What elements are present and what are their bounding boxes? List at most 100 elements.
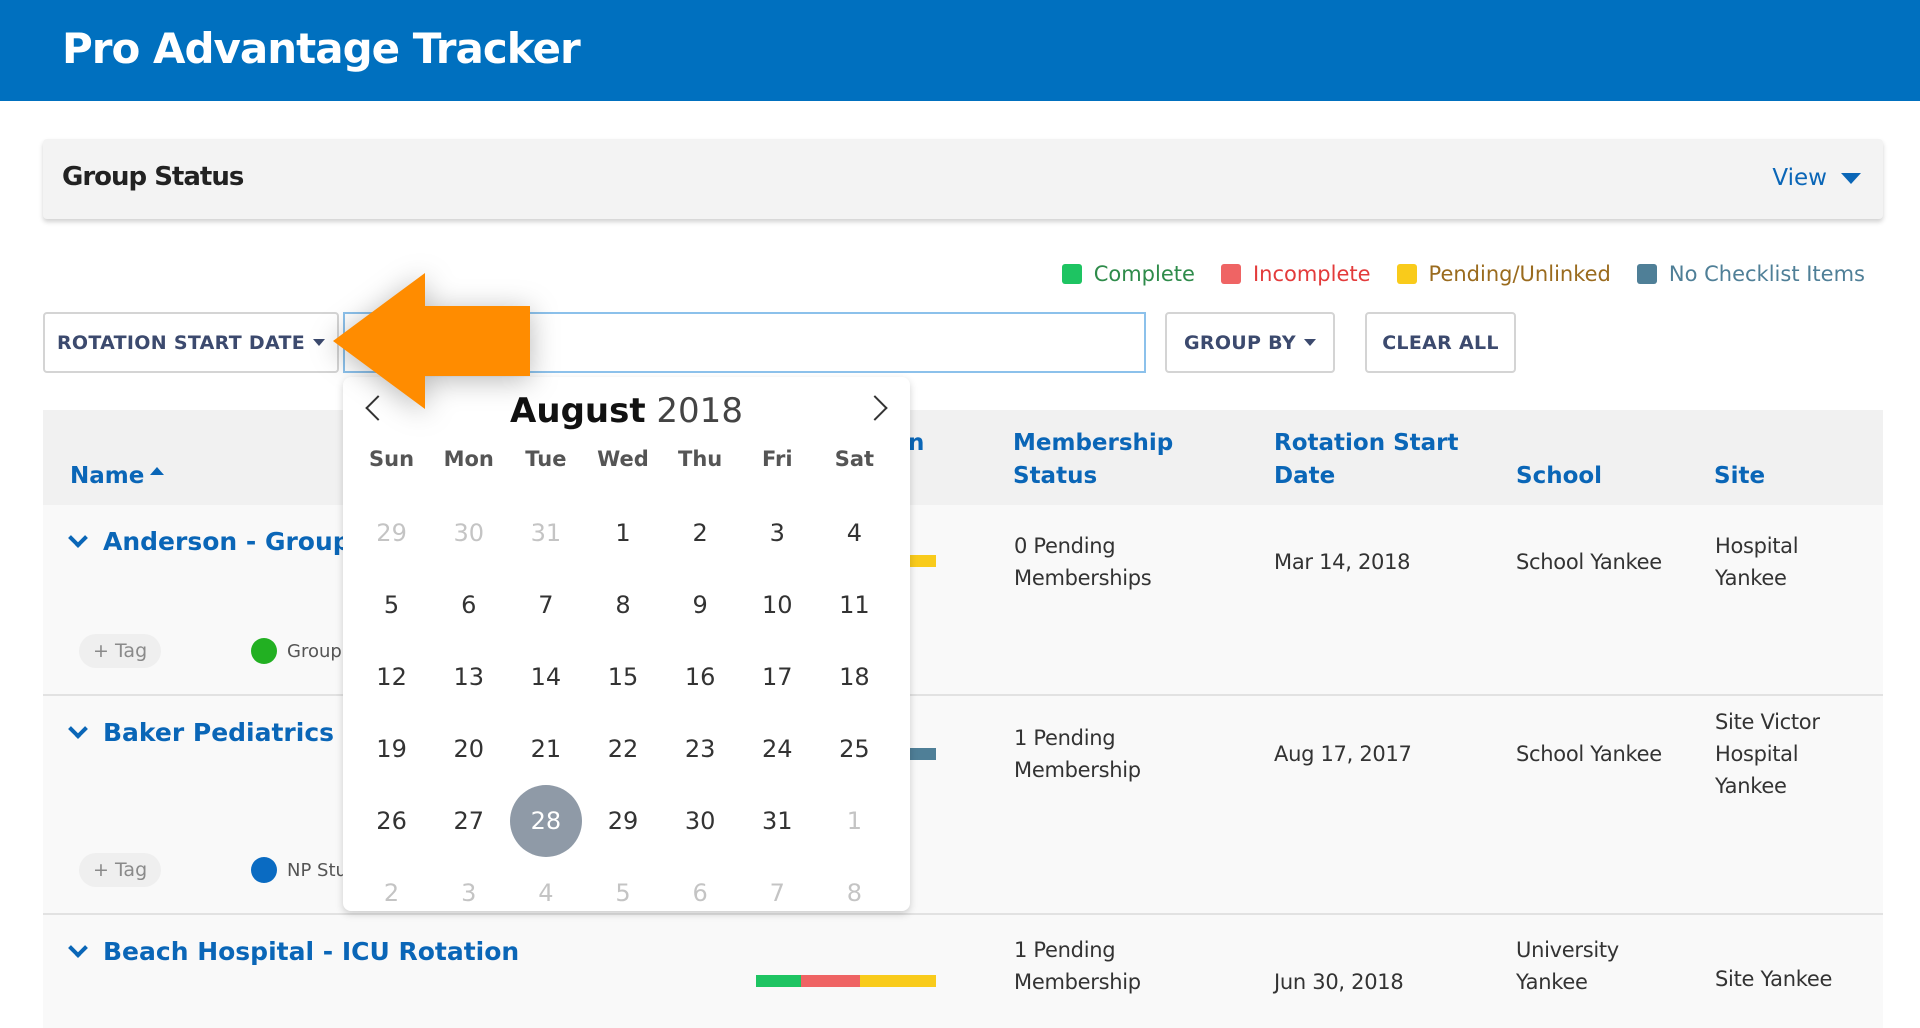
day-number: 14 [530,663,562,691]
calendar-day[interactable]: 3 [430,857,507,929]
day-number: 27 [453,807,484,835]
calendar-day[interactable]: 21 [507,713,584,785]
calendar-day[interactable]: 30 [430,497,507,569]
day-number: 9 [692,591,708,619]
column-header-name[interactable]: Name [70,460,165,493]
chevron-down-icon[interactable] [68,527,88,548]
group-tag-label: NP Stu [287,859,347,881]
calendar-day[interactable]: 30 [662,785,739,857]
column-header-school[interactable]: School [1516,460,1602,493]
progress-segment [860,975,936,987]
group-name: Anderson - Group [103,527,351,556]
calendar-day[interactable]: 22 [584,713,661,785]
column-header-partial[interactable]: n [908,427,924,460]
calendar-day[interactable]: 31 [739,785,816,857]
calendar-day[interactable]: 6 [430,569,507,641]
day-number: 25 [839,735,870,763]
column-header-name-label: Name [70,463,145,489]
clear-all-label: CLEAR ALL [1382,331,1499,354]
rotation-date-cell: Aug 17, 2017 [1274,742,1412,766]
calendar-day[interactable]: 26 [353,785,430,857]
chevron-down-icon [1841,172,1861,184]
calendar-day[interactable]: 10 [739,569,816,641]
calendar-day-selected[interactable]: 28 [507,785,584,857]
day-number: 2 [383,879,400,907]
group-name-link[interactable]: Beach Hospital - ICU Rotation [68,937,520,966]
calendar-day[interactable]: 5 [353,569,430,641]
calendar-day[interactable]: 3 [739,497,816,569]
calendar-day[interactable]: 12 [353,641,430,713]
calendar-day[interactable]: 15 [584,641,661,713]
calendar-day[interactable]: 2 [353,857,430,929]
calendar-day[interactable]: 2 [662,497,739,569]
calendar-day[interactable]: 29 [353,497,430,569]
calendar-day[interactable]: 13 [430,641,507,713]
calendar-day[interactable]: 31 [507,497,584,569]
calendar-day[interactable]: 5 [584,857,661,929]
group-tag: Group [251,638,342,664]
school-cell: University Yankee [1516,934,1619,998]
group-by-button[interactable]: GROUP BY [1165,312,1335,373]
clear-all-button[interactable]: CLEAR ALL [1365,312,1516,373]
calendar-day[interactable]: 7 [507,569,584,641]
column-header-site[interactable]: Site [1714,460,1765,493]
table-row: Anderson - Group 0 Pending Memberships M… [43,505,1883,696]
calendar-day[interactable]: 8 [584,569,661,641]
day-number: 5 [383,591,400,619]
calendar-day[interactable]: 29 [584,785,661,857]
day-number: 11 [839,591,870,619]
legend-item: Complete [1061,262,1195,286]
group-name-link[interactable]: Anderson - Group [68,527,351,556]
day-number: 7 [769,879,785,907]
chevron-down-icon[interactable] [68,937,88,958]
column-header-rotation-start-date[interactable]: Rotation Start Date [1274,427,1459,493]
group-name-link[interactable]: Baker Pediatrics G [68,718,363,747]
group-name: Beach Hospital - ICU Rotation [103,937,520,966]
calendar-day[interactable]: 4 [816,497,893,569]
school-line: University [1516,938,1619,962]
calendar-grid: Sun Mon Tue Wed Thu Fri Sat 29 30 31 1 2 3 4 5 6 7 8 9 10 11… [353,439,893,929]
calendar-day[interactable]: 17 [739,641,816,713]
calendar-day[interactable]: 1 [584,497,661,569]
column-header-membership-status[interactable]: Membership Status [1013,427,1173,493]
rotation-start-date-button[interactable]: ROTATION START DATE [43,312,339,373]
calendar-day[interactable]: 27 [430,785,507,857]
group-tag-label: Group [287,640,342,662]
calendar-day[interactable]: 14 [507,641,584,713]
day-number: 5 [615,879,631,907]
calendar-day[interactable]: 20 [430,713,507,785]
membership-status-cell: 0 Pending Memberships [1014,530,1152,594]
calendar-day[interactable]: 8 [816,857,893,929]
calendar-day[interactable]: 6 [662,857,739,929]
calendar-day[interactable]: 1 [816,785,893,857]
add-tag-button[interactable]: + Tag [79,634,162,668]
calendar-day[interactable]: 25 [816,713,893,785]
day-number: 30 [684,807,716,835]
table-header: Name n Membership Status Rotation Start … [43,410,1883,505]
day-number: 10 [762,591,793,619]
day-number: 19 [376,735,407,763]
add-tag-button[interactable]: + Tag [79,853,162,887]
grid-spacer [507,479,584,497]
school-cell: School Yankee [1516,742,1662,766]
legend-item: Pending/Unlinked [1396,262,1611,286]
day-number: 3 [461,879,477,907]
calendar-day[interactable]: 23 [662,713,739,785]
column-header-membership-line1: Membership [1013,430,1174,456]
group-tag: NP Stu [251,857,347,883]
calendar-day[interactable]: 19 [353,713,430,785]
weekday-label: Tue [525,447,567,471]
view-dropdown[interactable]: View [1772,165,1861,191]
legend-label: Complete [1093,262,1195,286]
legend-swatch-icon [1636,264,1657,284]
calendar-day[interactable]: 24 [739,713,816,785]
day-number: 29 [376,519,407,547]
calendar-day[interactable]: 7 [739,857,816,929]
calendar-day[interactable]: 4 [507,857,584,929]
calendar-day[interactable]: 16 [662,641,739,713]
chevron-down-icon[interactable] [68,718,88,739]
calendar-day[interactable]: 18 [816,641,893,713]
calendar-day[interactable]: 9 [662,569,739,641]
school-cell: School Yankee [1516,550,1662,574]
calendar-day[interactable]: 11 [816,569,893,641]
